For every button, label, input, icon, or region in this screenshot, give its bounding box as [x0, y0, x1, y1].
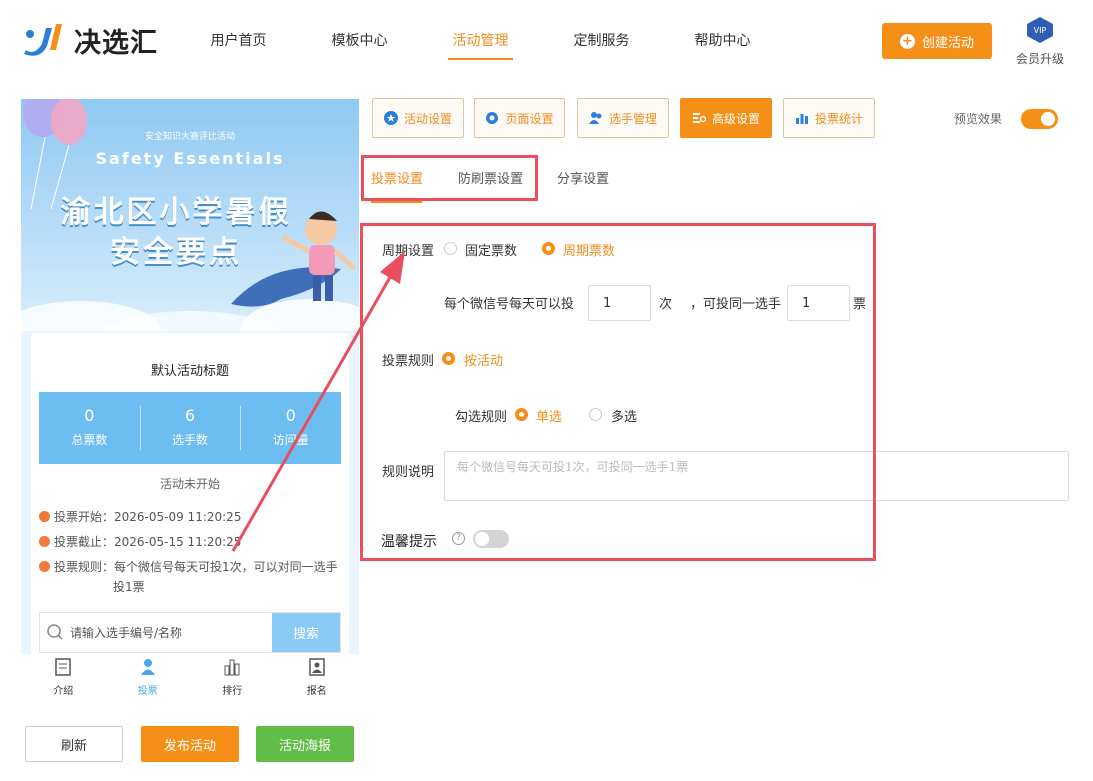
- poster-button[interactable]: 活动海报: [256, 726, 354, 762]
- banner-english-title: Safety Essentials: [95, 149, 285, 168]
- vote-rule-line1: 投票规则：每个微信号每天可投1次，可以对同一选手: [54, 560, 338, 574]
- person-icon: [140, 659, 155, 675]
- stat-total-votes: 0 总票数: [39, 392, 140, 464]
- preview-tabbar: 介绍 投票 排行 报名: [21, 654, 359, 699]
- info-icon: [39, 561, 50, 572]
- stat-label: 总票数: [71, 433, 108, 447]
- vote-rule-info: 投票规则：每个微信号每天可投1次，可以对同一选手 投1票: [39, 557, 339, 597]
- activity-card: 默认活动标题 0 总票数 6 选手数 0 访问量 活动未开始 投票开始：2026…: [31, 333, 349, 682]
- logo[interactable]: 决选汇: [20, 20, 158, 60]
- top-header: 决选汇 用户首页 模板中心 活动管理 定制服务 帮助中心 + 创建活动 VIP …: [0, 0, 1093, 84]
- tab-label: 页面设置: [505, 111, 554, 126]
- stats-icon: [795, 114, 808, 124]
- main-nav: 用户首页 模板中心 活动管理 定制服务 帮助中心: [178, 30, 783, 60]
- stat-label: 访问量: [272, 433, 309, 447]
- nav-item-templates[interactable]: 模板中心: [299, 30, 420, 60]
- tab-label: 报名: [306, 686, 327, 697]
- doc-icon: [55, 658, 71, 676]
- create-activity-button[interactable]: + 创建活动: [882, 23, 992, 59]
- tab-activity-settings[interactable]: 活动设置: [372, 98, 464, 138]
- tab-label: 介绍: [53, 686, 74, 697]
- active-subtab-underline: [371, 201, 422, 203]
- star-icon: [383, 111, 398, 125]
- tab-label: 投票: [137, 686, 158, 697]
- banner-title-line2: 安全要点: [110, 235, 242, 270]
- highlight-box-subtabs: [361, 155, 538, 201]
- tab-label: 活动设置: [403, 111, 452, 126]
- tab-page-settings[interactable]: 页面设置: [474, 98, 565, 138]
- advanced-settings-icon: [692, 113, 706, 123]
- vip-badge-text: VIP: [1034, 26, 1047, 35]
- search-input[interactable]: [70, 613, 272, 652]
- vote-end-info: 投票截止：2026-05-15 11:20:25: [39, 532, 241, 552]
- preview-effect-toggle[interactable]: [1021, 109, 1058, 129]
- vip-icon: VIP: [1027, 17, 1053, 43]
- vip-label: 会员升级: [1015, 52, 1064, 66]
- subtab-share-settings[interactable]: 分享设置: [557, 168, 609, 187]
- tab-advanced-settings[interactable]: 高级设置: [680, 98, 772, 138]
- banner-caption: 安全知识大赛评比活动: [144, 132, 235, 142]
- stat-players: 6 选手数: [139, 392, 241, 464]
- stats-bar: 0 总票数 6 选手数 0 访问量: [39, 392, 341, 464]
- publish-button[interactable]: 发布活动: [141, 726, 239, 762]
- brand-name: 决选汇: [74, 27, 158, 59]
- signup-icon: [309, 658, 325, 676]
- search-icon: [40, 613, 70, 652]
- activity-status: 活动未开始: [159, 477, 220, 491]
- tab-label: 排行: [222, 686, 243, 697]
- preview-effect-label: 预览效果: [954, 112, 1003, 126]
- clock-icon: [39, 536, 50, 547]
- tab-vote-statistics[interactable]: 投票统计: [783, 98, 875, 138]
- tab-label: 选手管理: [608, 111, 657, 126]
- nav-item-custom-service[interactable]: 定制服务: [541, 30, 662, 60]
- stat-value: 0: [285, 406, 296, 425]
- vote-rule-line2: 投1票: [113, 580, 145, 594]
- nav-item-help[interactable]: 帮助中心: [662, 30, 783, 60]
- tab-ranking[interactable]: 排行: [190, 654, 275, 699]
- gear-icon: [486, 112, 499, 124]
- stat-label: 选手数: [172, 433, 209, 447]
- tab-label: 投票统计: [814, 111, 863, 126]
- tab-label: 高级设置: [711, 111, 760, 126]
- refresh-button[interactable]: 刷新: [25, 726, 123, 762]
- player-search: 搜索: [39, 612, 341, 653]
- activity-banner: 安全知识大赛评比活动 Safety Essentials 渝北区小学暑假 安全要…: [21, 99, 359, 331]
- vote-rule-text: 投票规则：每个微信号每天可投1次，可以对同一选手 投1票: [54, 557, 338, 597]
- logo-mark-icon: [24, 24, 62, 56]
- clock-icon: [39, 511, 50, 522]
- vote-end-text: 投票截止：2026-05-15 11:20:25: [54, 535, 242, 549]
- mobile-preview: 安全知识大赛评比活动 Safety Essentials 渝北区小学暑假 安全要…: [21, 99, 359, 682]
- nav-item-home[interactable]: 用户首页: [178, 30, 299, 60]
- tab-intro[interactable]: 介绍: [21, 654, 106, 699]
- nav-item-activity-management[interactable]: 活动管理: [420, 30, 541, 60]
- banner-title-line1: 渝北区小学暑假: [60, 195, 292, 230]
- tab-vote[interactable]: 投票: [106, 654, 191, 699]
- highlight-box-form: [360, 223, 876, 561]
- vote-start-info: 投票开始：2026-05-09 11:20:25: [39, 507, 241, 527]
- plus-icon: +: [899, 33, 915, 49]
- vip-upgrade[interactable]: VIP 会员升级: [1010, 16, 1070, 67]
- stat-visits: 0 访问量: [240, 392, 341, 464]
- users-icon: [588, 112, 602, 124]
- create-activity-label: 创建活动: [921, 35, 974, 51]
- search-button[interactable]: 搜索: [272, 613, 340, 652]
- vote-start-text: 投票开始：2026-05-09 11:20:25: [54, 510, 242, 524]
- stat-value: 0: [84, 406, 95, 425]
- tab-signup[interactable]: 报名: [275, 654, 360, 699]
- activity-title: 默认活动标题: [150, 364, 229, 379]
- bar-chart-icon: [224, 659, 240, 676]
- tab-player-management[interactable]: 选手管理: [577, 98, 669, 138]
- stat-value: 6: [184, 406, 196, 425]
